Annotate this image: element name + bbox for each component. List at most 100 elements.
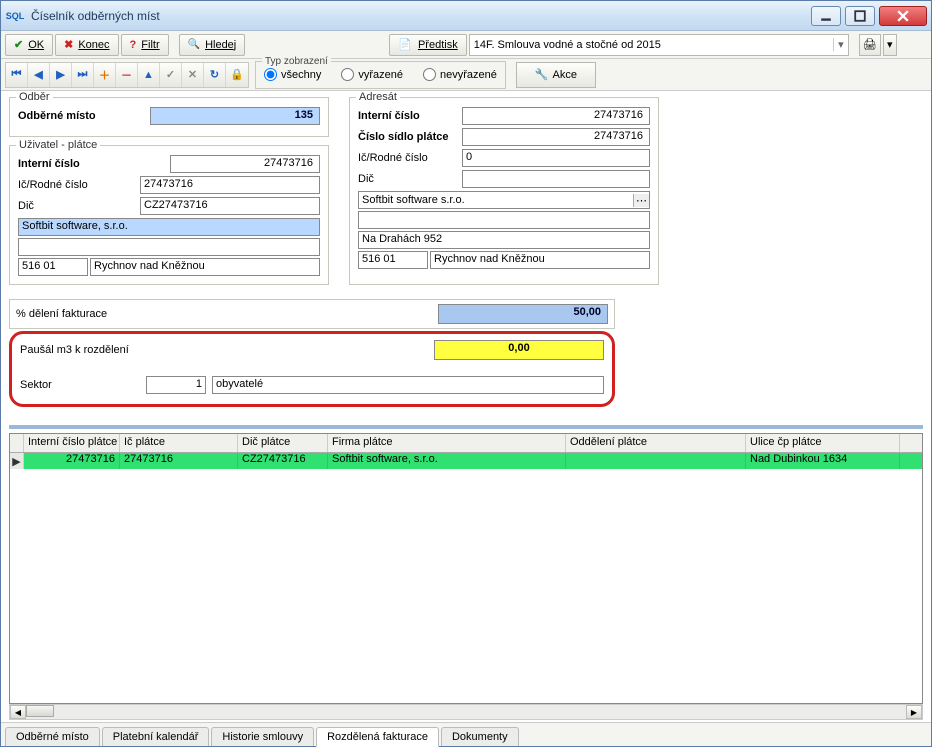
grid-cell: 27473716 [24, 453, 120, 469]
tab-platebni-kalendar[interactable]: Platební kalendář [102, 727, 210, 746]
mid-section: % dělení fakturace 50,00 Paušál m3 k roz… [9, 299, 923, 407]
sektor-label: Sektor [20, 379, 140, 391]
adr-company-input[interactable]: Softbit software s.r.o. ⋯ [358, 191, 650, 209]
grid-cell: Softbit software, s.r.o. [328, 453, 566, 469]
lookup-button[interactable]: ⋯ [633, 194, 649, 207]
template-dropdown[interactable]: 14F. Smlouva vodné a stočné od 2015 ▾ [469, 34, 849, 56]
template-value: 14F. Smlouva vodné a stočné od 2015 [474, 39, 661, 51]
maximize-button[interactable] [845, 6, 875, 26]
print-button[interactable] [859, 34, 881, 56]
adr-icrodne-input[interactable]: 0 [462, 149, 650, 167]
uzivatel-legend: Uživatel - plátce [16, 139, 100, 151]
grid-cell [566, 453, 746, 469]
grid-header-cell[interactable]: Ulice čp plátce [746, 434, 900, 452]
adr-sidlo-label: Číslo sídlo plátce [358, 131, 458, 143]
grid-marker-header [10, 434, 24, 452]
predtisk-button[interactable]: Předtisk [389, 34, 466, 56]
deleni-value[interactable]: 50,00 [438, 304, 608, 324]
grid-header-cell[interactable]: Oddělení plátce [566, 434, 746, 452]
nav-edit-button[interactable]: ▲ [138, 63, 160, 87]
radio-all[interactable]: všechny [264, 68, 321, 81]
scroll-thumb[interactable] [26, 705, 54, 717]
uziv-icrodne-input[interactable]: 27473716 [140, 176, 320, 194]
tab-historie-smlouvy[interactable]: Historie smlouvy [211, 727, 314, 746]
close-button[interactable] [879, 6, 927, 26]
horizontal-scrollbar[interactable]: ◀ ▶ [9, 704, 923, 720]
tab-rozdelena-fakturace[interactable]: Rozdělená fakturace [316, 727, 439, 747]
odber-legend: Odběr [16, 91, 53, 103]
grid-header-cell[interactable]: Interní číslo plátce [24, 434, 120, 452]
grid-header: Interní číslo plátce Ič plátce Dič plátc… [10, 434, 922, 453]
grid-cell: Nad Dubinkou 1634 [746, 453, 900, 469]
uziv-blank-input[interactable] [18, 238, 320, 256]
odberne-misto-input[interactable]: 135 [150, 107, 320, 125]
view-type-label: Typ zobrazení [262, 56, 331, 67]
uziv-interni-input[interactable]: 27473716 [170, 155, 320, 173]
scroll-track[interactable] [26, 705, 906, 719]
data-grid[interactable]: Interní číslo plátce Ič plátce Dič plátc… [9, 433, 923, 704]
uziv-city-input[interactable]: Rychnov nad Kněžnou [90, 258, 320, 276]
nav-lock-button[interactable]: 🔒 [226, 63, 248, 87]
tab-dokumenty[interactable]: Dokumenty [441, 727, 519, 746]
fieldset-uzivatel: Uživatel - plátce Interní číslo 27473716… [9, 145, 329, 285]
adr-blank-input[interactable] [358, 211, 650, 229]
nav-cancel-button[interactable]: ✕ [182, 63, 204, 87]
scroll-right-button[interactable]: ▶ [906, 705, 922, 719]
konec-button[interactable]: Konec [55, 34, 118, 56]
row-marker-icon: ▶ [10, 453, 24, 469]
nav-last-button[interactable]: ⏭ [72, 63, 94, 87]
grid-cell: CZ27473716 [238, 453, 328, 469]
minimize-button[interactable] [811, 6, 841, 26]
print-dropdown-button[interactable]: ▾ [883, 34, 897, 56]
scroll-left-button[interactable]: ◀ [10, 705, 26, 719]
grid-header-cell[interactable]: Ič plátce [120, 434, 238, 452]
adr-sidlo-input[interactable]: 27473716 [462, 128, 650, 146]
adresat-legend: Adresát [356, 91, 400, 103]
app-icon: SQL [5, 8, 25, 24]
sektor-text-input[interactable]: obyvatelé [212, 376, 604, 394]
uziv-company-input[interactable]: Softbit software, s.r.o. [18, 218, 320, 236]
hledej-button[interactable]: Hledej [179, 34, 246, 56]
nav-add-button[interactable]: ＋ [94, 63, 116, 87]
app-window: SQL Číselník odběrných míst OK Konec Fil… [0, 0, 932, 747]
uziv-dic-label: Dič [18, 200, 118, 212]
tab-odberne-misto[interactable]: Odběrné místo [5, 727, 100, 746]
adr-icrodne-label: Ič/Rodné číslo [358, 152, 458, 164]
titlebar: SQL Číselník odběrných míst [1, 1, 931, 31]
uziv-zip-input[interactable]: 516 01 [18, 258, 88, 276]
main-toolbar: OK Konec Filtr Hledej Předtisk 14F. Smlo… [1, 31, 931, 59]
grid-body: ▶ 27473716 27473716 CZ27473716 Softbit s… [10, 453, 922, 703]
pausal-label: Paušál m3 k rozdělení [20, 344, 220, 356]
nav-group: ⏮ ◀ ▶ ⏭ ＋ － ▲ ✓ ✕ ↻ 🔒 [5, 62, 249, 88]
view-type-group: Typ zobrazení všechny vyřazené nevyřazen… [255, 61, 506, 89]
adr-zip-input[interactable]: 516 01 [358, 251, 428, 269]
akce-button[interactable]: Akce [516, 62, 596, 88]
adr-dic-input[interactable] [462, 170, 650, 188]
radio-removed[interactable]: vyřazené [341, 68, 403, 81]
ok-button[interactable]: OK [5, 34, 53, 56]
adr-city-input[interactable]: Rychnov nad Kněžnou [430, 251, 650, 269]
window-title: Číselník odběrných míst [31, 9, 811, 23]
sektor-num-input[interactable]: 1 [146, 376, 206, 394]
grid-header-cell[interactable]: Firma plátce [328, 434, 566, 452]
pausal-value[interactable]: 0,00 [434, 340, 604, 360]
uziv-dic-input[interactable]: CZ27473716 [140, 197, 320, 215]
body-area: Odběr Odběrné místo 135 Uživatel - plátc… [1, 91, 931, 722]
nav-toolbar: ⏮ ◀ ▶ ⏭ ＋ － ▲ ✓ ✕ ↻ 🔒 Typ zobrazení všec… [1, 59, 931, 91]
adr-street-input[interactable]: Na Drahách 952 [358, 231, 650, 249]
filtr-button[interactable]: Filtr [121, 34, 169, 56]
adr-interni-label: Interní číslo [358, 110, 458, 122]
table-row[interactable]: ▶ 27473716 27473716 CZ27473716 Softbit s… [10, 453, 922, 469]
nav-first-button[interactable]: ⏮ [6, 63, 28, 87]
grid-wrap: Interní číslo plátce Ič plátce Dič plátc… [9, 425, 923, 720]
grid-header-cell[interactable]: Dič plátce [238, 434, 328, 452]
grid-cell: 27473716 [120, 453, 238, 469]
nav-post-button[interactable]: ✓ [160, 63, 182, 87]
nav-refresh-button[interactable]: ↻ [204, 63, 226, 87]
adr-interni-input[interactable]: 27473716 [462, 107, 650, 125]
nav-delete-button[interactable]: － [116, 63, 138, 87]
radio-active[interactable]: nevyřazené [423, 68, 497, 81]
nav-next-button[interactable]: ▶ [50, 63, 72, 87]
nav-prev-button[interactable]: ◀ [28, 63, 50, 87]
uziv-icrodne-label: Ič/Rodné číslo [18, 179, 118, 191]
